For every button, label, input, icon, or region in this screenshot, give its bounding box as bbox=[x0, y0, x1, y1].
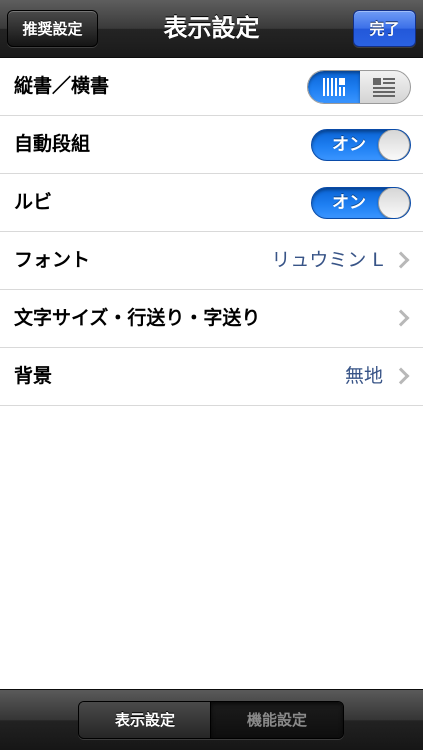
chevron-right-icon bbox=[392, 309, 410, 327]
row-label: 文字サイズ・行送り・字送り bbox=[14, 307, 261, 329]
row-label: 背景 bbox=[14, 365, 53, 387]
row-label: ルビ bbox=[14, 191, 53, 213]
chevron-right-icon bbox=[392, 251, 410, 269]
row-auto-columns: 自動段組 オン bbox=[0, 116, 423, 174]
switch-state-label: オン bbox=[332, 193, 366, 213]
switch-knob[interactable] bbox=[378, 188, 410, 218]
horizontal-layout-segment[interactable] bbox=[358, 71, 410, 103]
bottom-toolbar: 表示設定 機能設定 bbox=[0, 689, 423, 750]
settings-segmented-control: 表示設定 機能設定 bbox=[78, 701, 344, 739]
vertical-text-icon bbox=[323, 78, 345, 96]
vertical-layout-segment[interactable] bbox=[308, 71, 360, 103]
navigation-bar: 表示設定 推奨設定 完了 bbox=[0, 0, 423, 58]
row-ruby: ルビ オン bbox=[0, 174, 423, 232]
tab-function-settings[interactable]: 機能設定 bbox=[210, 702, 343, 738]
background-value: 無地 bbox=[344, 365, 383, 387]
auto-columns-switch[interactable]: オン bbox=[311, 129, 411, 161]
recommended-settings-button[interactable]: 推奨設定 bbox=[7, 10, 98, 47]
row-writing-direction: 縦書／横書 bbox=[0, 58, 423, 116]
horizontal-text-icon bbox=[373, 78, 395, 97]
font-value: リュウミン L bbox=[271, 249, 383, 271]
row-font[interactable]: フォント リュウミン L bbox=[0, 232, 423, 290]
row-label: フォント bbox=[14, 249, 91, 271]
row-background[interactable]: 背景 無地 bbox=[0, 348, 423, 406]
switch-knob[interactable] bbox=[378, 130, 410, 160]
switch-state-label: オン bbox=[332, 135, 366, 155]
tab-display-settings[interactable]: 表示設定 bbox=[79, 702, 211, 738]
ruby-switch[interactable]: オン bbox=[311, 187, 411, 219]
done-button[interactable]: 完了 bbox=[353, 10, 416, 47]
row-label: 縦書／横書 bbox=[14, 75, 110, 97]
chevron-right-icon bbox=[392, 367, 410, 385]
row-text-size-spacing[interactable]: 文字サイズ・行送り・字送り bbox=[0, 290, 423, 348]
settings-list: 縦書／横書 自動段組 オン ルビ オン フォント リュウミン L 文字サイズ・行… bbox=[0, 58, 423, 406]
writing-direction-toggle[interactable] bbox=[307, 70, 411, 104]
row-label: 自動段組 bbox=[14, 133, 91, 155]
